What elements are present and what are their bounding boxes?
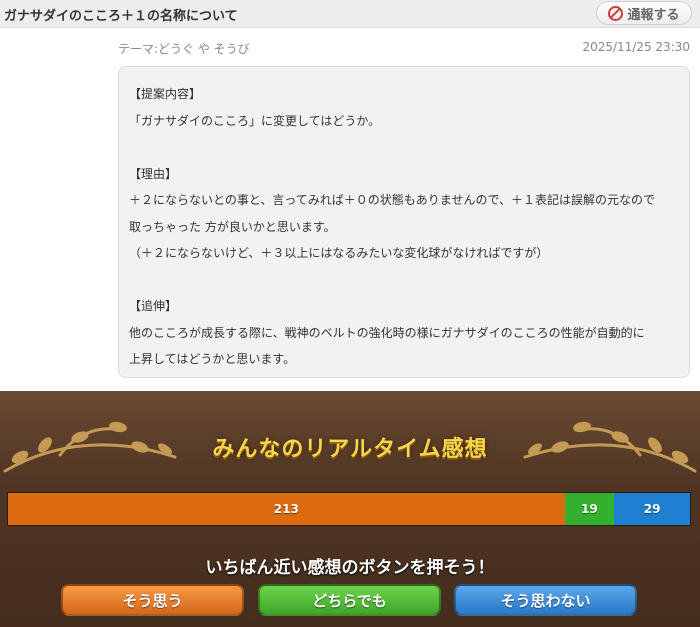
post-date: 2025/11/25 23:30 bbox=[582, 40, 690, 54]
report-label: 通報する bbox=[627, 7, 680, 23]
post-line: 【提案内容】 bbox=[129, 87, 202, 101]
neutral-segment: 19 bbox=[564, 493, 615, 525]
page-title: ガナサダイのこころ＋１の名称について bbox=[4, 9, 238, 24]
post-theme: テーマ:どうぐ や そうび bbox=[118, 42, 250, 56]
disagree-count: 29 bbox=[643, 502, 661, 516]
disagree-segment: 29 bbox=[614, 493, 690, 525]
reaction-panel: みんなのリアルタイム感想 213 19 29 いちばん近い感想のボタンを押そう！… bbox=[0, 391, 700, 627]
neutral-count: 19 bbox=[581, 502, 598, 516]
reaction-heading: みんなのリアルタイム感想 bbox=[212, 437, 488, 462]
agree-segment: 213 bbox=[8, 493, 565, 525]
post-line: 上昇してはどうかと思います。 bbox=[129, 352, 296, 366]
post-line bbox=[129, 267, 679, 294]
post-line bbox=[129, 134, 679, 161]
prohibit-icon bbox=[608, 5, 624, 21]
neutral-button[interactable]: どちらでも bbox=[258, 584, 441, 616]
post-line: 取っちゃった 方が良いかと思います。 bbox=[129, 219, 336, 234]
disagree-button[interactable]: そう思わない bbox=[454, 584, 637, 616]
post-line: 他のこころが成長する際に、戦神のベルトの強化時の様にガナサダイのこころの性能が自… bbox=[129, 325, 645, 340]
post-line: 【理由】 bbox=[129, 166, 178, 181]
agree-count: 213 bbox=[273, 502, 299, 516]
post-body: 【提案内容】 「ガナサダイのこころ」に変更してはどうか。 【理由】 ＋２にならな… bbox=[118, 66, 690, 378]
reaction-bar: 213 19 29 bbox=[7, 492, 691, 526]
agree-button[interactable]: そう思う bbox=[61, 584, 244, 616]
report-button[interactable]: 通報する bbox=[596, 1, 692, 25]
title-bar: ガナサダイのこころ＋１の名称について 通報する bbox=[0, 0, 700, 28]
post-line: 「ガナサダイのこころ」に変更してはどうか。 bbox=[129, 113, 381, 128]
post-line: （＋２にならないけど、＋３以上にはなるみたいな変化球がなければですが） bbox=[129, 246, 549, 260]
post-line: 【追伸】 bbox=[129, 299, 178, 313]
post-line: ＋２にならないとの事と、言ってみれば＋０の状態もありませんので、＋１表記は誤解の… bbox=[129, 193, 655, 207]
reaction-prompt: いちばん近い感想のボタンを押そう！ bbox=[205, 558, 495, 578]
